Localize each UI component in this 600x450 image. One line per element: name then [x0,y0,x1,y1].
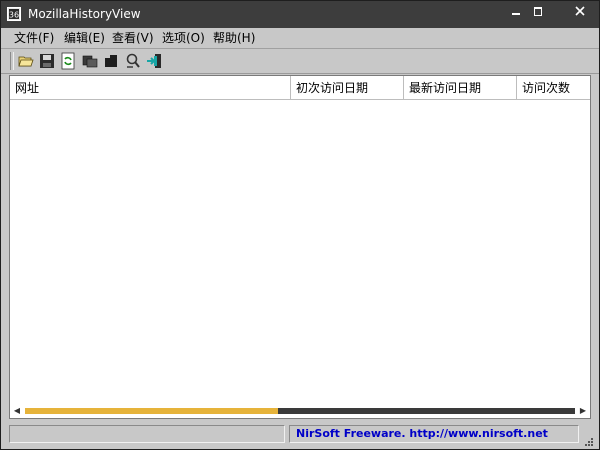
status-bar: NirSoft Freeware. http://www.nirsoft.net [1,422,599,449]
find-icon [126,53,140,68]
toolbar [1,49,599,74]
menu-bar: 文件(F) 编辑(E) 查看(V) 选项(O) 帮助(H) [1,28,599,49]
menu-file[interactable]: 文件(F) [14,30,54,46]
history-list[interactable]: 网址 初次访问日期 最新访问日期 访问次数 ◀ ▶ [9,75,591,419]
exit-button[interactable] [146,52,164,70]
minimize-icon [512,13,520,15]
copy-button[interactable] [81,52,99,70]
close-icon [575,6,585,16]
scroll-thumb[interactable] [25,408,278,414]
scroll-track[interactable] [25,408,575,414]
exit-icon [147,54,161,68]
html-report-button[interactable] [102,52,120,70]
scroll-left-button[interactable]: ◀ [10,404,24,418]
save-button[interactable] [38,52,56,70]
nirsoft-link[interactable]: NirSoft Freeware. http://www.nirsoft.net [289,425,579,443]
title-bar[interactable]: 36 MozillaHistoryView [1,1,599,28]
refresh-button[interactable] [59,52,77,70]
svg-text:36: 36 [9,11,19,20]
menu-view[interactable]: 查看(V) [112,30,154,46]
list-header: 网址 初次访问日期 最新访问日期 访问次数 [10,76,590,100]
horizontal-scrollbar[interactable]: ◀ ▶ [10,404,590,418]
maximize-button[interactable] [523,1,553,21]
app-icon: 36 [7,7,21,21]
find-button[interactable] [124,52,142,70]
resize-grip-icon[interactable] [583,435,593,446]
toolbar-separator [10,52,14,70]
app-window: 36 MozillaHistoryView 文件(F) 编辑(E) 查看(V) … [0,0,600,450]
maximize-icon [534,7,542,16]
scroll-right-button[interactable]: ▶ [576,404,590,418]
save-disk-icon [40,54,54,68]
open-button[interactable] [17,52,35,70]
open-folder-icon [18,56,34,67]
close-button[interactable] [565,1,595,21]
menu-edit[interactable]: 编辑(E) [64,30,105,46]
column-header-first-visit[interactable]: 初次访问日期 [291,76,404,100]
column-header-visit-count[interactable]: 访问次数 [517,76,590,100]
status-item-count [9,425,285,443]
column-header-url[interactable]: 网址 [10,76,291,100]
menu-options[interactable]: 选项(O) [162,30,205,46]
copy-icon [82,55,98,68]
refresh-icon [61,52,75,70]
html-report-icon [105,55,117,67]
column-header-last-visit[interactable]: 最新访问日期 [404,76,517,100]
menu-help[interactable]: 帮助(H) [213,30,255,46]
window-title: MozillaHistoryView [28,7,141,21]
